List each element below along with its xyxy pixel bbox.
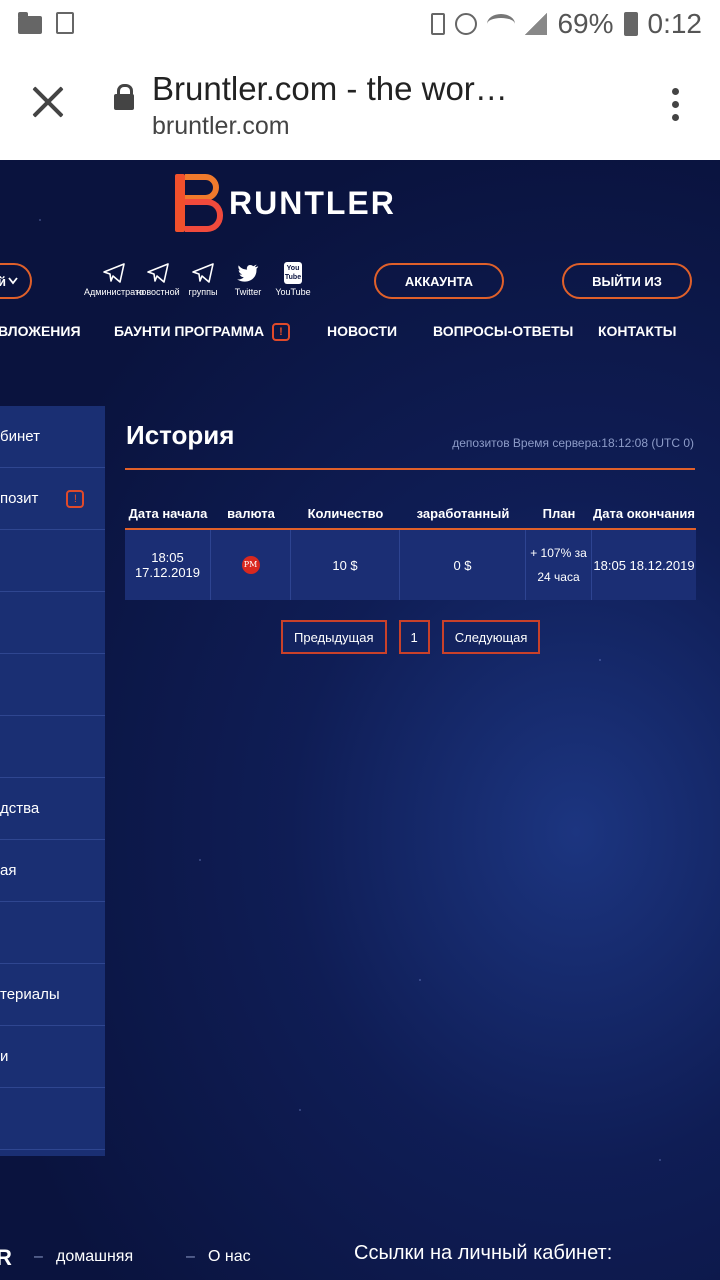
col-amount: Количество [307,505,384,521]
server-time: депозитов Время сервера:18:12:08 (UTC 0) [452,436,694,450]
logo-text: RUNTLER [229,184,396,221]
sidebar-item[interactable] [0,902,105,964]
clock-time: 0:12 [647,8,703,39]
page-title: История [126,420,235,450]
cell-end: 18:05 18.12.2019 [593,557,695,573]
perfect-money-icon: PM [241,556,260,574]
col-currency: валюта [227,505,275,521]
footer-link-about[interactable]: О нас [208,1248,251,1266]
status-bar: 69% 0:12 [0,0,720,48]
page-number-button[interactable]: 1 [398,620,430,654]
youtube-icon: You Tube [282,262,304,284]
sidebar-item-materials[interactable]: териалы [0,964,105,1026]
col-start: Дата начала [128,505,208,521]
prev-page-button[interactable]: Предыдущая [281,620,387,654]
battery-percent: 69% [557,8,614,39]
nav-faq[interactable]: ВОПРОСЫ-ОТВЕТЫ [433,323,573,339]
lock-icon[interactable] [114,84,134,110]
cell-amount: 10 $ [291,530,400,600]
footer-logo: R [0,1245,12,1270]
account-button[interactable]: АККАУНТА [374,263,504,299]
telegram-icon [192,262,214,284]
col-earned: заработанный [416,505,510,521]
sidebar-item-cabinet[interactable]: бинет [0,406,105,468]
browser-url-bar: Bruntler.com - the wor… bruntler.com [0,48,720,160]
signal-icon [525,13,548,35]
sidebar-item[interactable] [0,1088,105,1150]
sidebar-item[interactable] [0,530,105,592]
clipboard-icon [56,12,74,34]
folder-icon [18,12,42,34]
cell-currency: PM [211,530,291,600]
table-row: 18:05 17.12.2019 PM 10 $ 0 $ + 107% за 2… [125,530,696,600]
pagination: Предыдущая 1 Следующая [281,620,541,654]
cell-start: 18:05 17.12.2019 [125,530,211,600]
chevron-down-icon [8,277,18,285]
sidebar: бинет позит! дства ая териалы и [0,406,105,1156]
sidebar-item-deposit[interactable]: позит! [0,468,105,530]
sidebar-item[interactable] [0,716,105,778]
page-tab-title[interactable]: Bruntler.com - the wor… [152,70,508,108]
sidebar-item[interactable]: ая [0,840,105,902]
sidebar-item[interactable] [0,592,105,654]
warning-icon: ! [272,323,291,342]
table-header: Дата начала валюта Количество заработанн… [125,498,696,530]
telegram-icon [103,262,125,284]
telegram-icon [147,262,169,284]
footer-cabinet-links-title: Ссылки на личный кабинет: [354,1242,613,1264]
logo-b-icon [175,174,223,232]
site-viewport: RUNTLER й Администрато новостной группы … [0,160,720,1280]
wifi-icon [487,14,516,34]
alarm-icon [455,13,478,35]
more-menu-icon[interactable] [672,88,680,122]
footer-link-home[interactable]: домашняя [56,1248,133,1266]
next-page-button[interactable]: Следующая [441,620,541,654]
battery-saver-icon [431,13,446,35]
cell-plan: + 107% за 24 часа [526,530,592,600]
logout-button[interactable]: ВЫЙТИ ИЗ [562,263,692,299]
sidebar-item[interactable] [0,654,105,716]
history-table: Дата начала валюта Количество заработанн… [125,498,696,600]
warning-icon: ! [66,489,85,508]
title-divider [125,468,695,470]
sidebar-item[interactable]: и [0,1026,105,1088]
nav-bounty[interactable]: БАУНТИ ПРОГРАММА ! [114,323,291,342]
nav-contacts[interactable]: КОНТАКТЫ [598,323,676,339]
page-domain[interactable]: bruntler.com [152,112,290,141]
cell-earned: 0 $ [400,530,526,600]
close-icon[interactable] [30,84,66,120]
social-youtube[interactable]: You Tube YouTube [265,262,321,297]
col-end: Дата окончания [593,505,695,521]
language-button-label: й [0,273,6,289]
nav-news[interactable]: НОВОСТИ [327,323,397,339]
sidebar-item-funds[interactable]: дства [0,778,105,840]
twitter-icon [237,262,259,284]
site-logo[interactable]: RUNTLER [175,174,396,232]
col-plan: План [542,505,576,521]
battery-icon [623,12,638,36]
nav-investments[interactable]: ВЛОЖЕНИЯ [0,323,81,339]
